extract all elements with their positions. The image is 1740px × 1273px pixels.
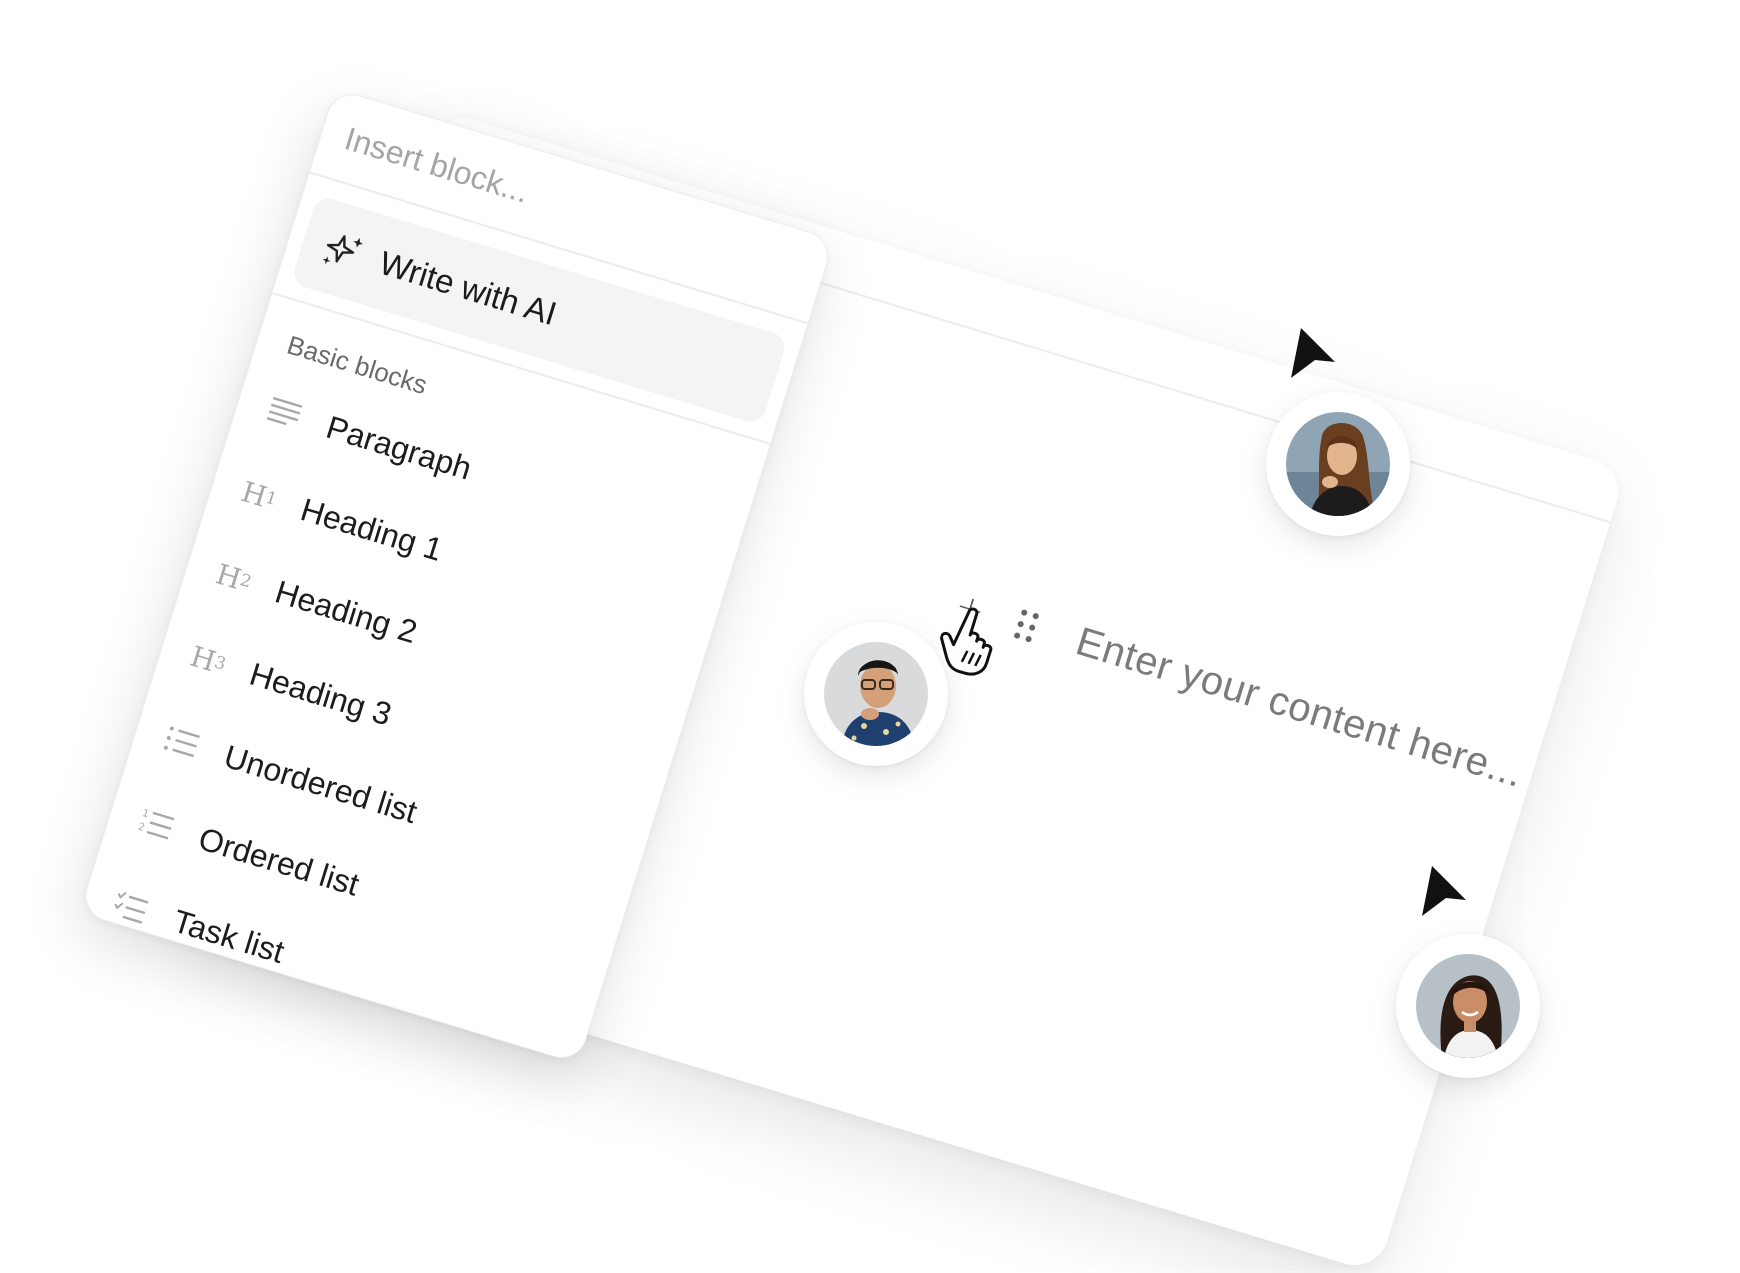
avatar [824, 642, 928, 746]
heading-3-icon: H3 [186, 639, 229, 678]
editor-placeholder[interactable]: Enter your content here... [1071, 619, 1528, 797]
collaborator-avatar-1[interactable] [1266, 392, 1410, 536]
paragraph-icon [262, 389, 316, 440]
menu-item-label: Task list [169, 902, 289, 970]
menu-item-label: Heading 1 [296, 490, 448, 568]
menu-item-label: Paragraph [322, 408, 476, 487]
heading-2-icon: H2 [212, 556, 254, 596]
collaborator-avatar-2[interactable] [804, 622, 948, 766]
ordered-list-icon: 1 2 [134, 800, 188, 851]
svg-text:2: 2 [137, 821, 146, 833]
task-list-icon [109, 883, 163, 934]
editor-block-row: + Enter your content here... [950, 583, 1529, 797]
write-with-ai-label: Write with AI [375, 243, 562, 333]
collaborator-avatar-3[interactable] [1396, 934, 1540, 1078]
scene: + Enter your content here... Insert bloc… [0, 0, 1740, 1273]
menu-item-label: Heading 3 [245, 655, 396, 732]
avatar [1416, 954, 1520, 1058]
avatar [1286, 412, 1390, 516]
grip-icon[interactable] [1009, 605, 1048, 646]
unordered-list-icon [160, 718, 214, 769]
menu-item-label: Heading 2 [271, 572, 422, 650]
svg-text:1: 1 [141, 808, 150, 820]
collaborator-cursor-icon [1422, 866, 1466, 916]
sparkles-icon [322, 235, 363, 265]
collaborator-cursor-icon [1291, 328, 1335, 378]
heading-1-icon: H1 [237, 474, 280, 514]
